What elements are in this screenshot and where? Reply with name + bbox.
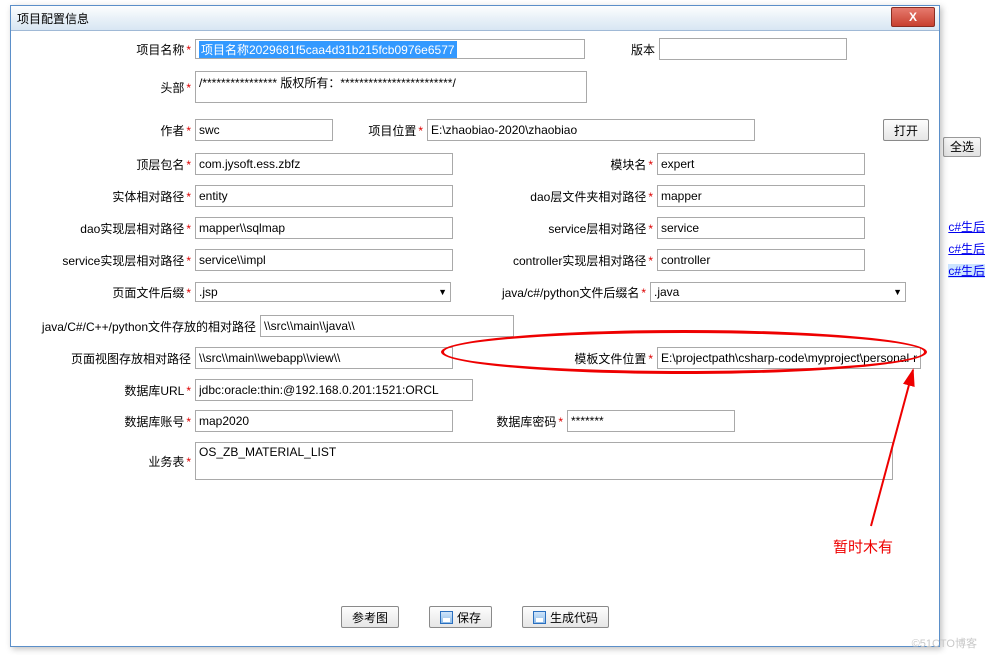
label-entity-path: 实体相对路径* [21, 188, 195, 205]
module-name-input[interactable] [657, 153, 865, 175]
label-biz-table: 业务表* [21, 453, 195, 470]
label-module-name: 模块名* [453, 156, 657, 173]
bg-link-3[interactable]: c#生后 [948, 264, 985, 278]
label-controller-impl: controller实现层相对路径* [453, 252, 657, 269]
project-name-input[interactable]: 项目名称2029681f5caa4d31b215fcb0976e6577 [195, 39, 585, 59]
db-url-input[interactable] [195, 379, 473, 401]
service-impl-input[interactable] [195, 249, 453, 271]
bg-link-2[interactable]: c#生后 [948, 242, 985, 256]
label-code-suffix: java/c#/python文件后缀名* [451, 284, 650, 301]
label-page-suffix: 页面文件后缀* [21, 284, 195, 301]
project-location-input[interactable] [427, 119, 755, 141]
dao-folder-input[interactable] [657, 185, 865, 207]
label-service-impl: service实现层相对路径* [21, 252, 195, 269]
form-area: 项目名称* 项目名称2029681f5caa4d31b215fcb0976e65… [21, 38, 929, 586]
save-icon [440, 611, 453, 624]
select-all-button[interactable]: 全选 [943, 137, 981, 157]
label-view-store-path: 页面视图存放相对路径 [21, 350, 195, 367]
close-button[interactable]: X [891, 7, 935, 27]
label-version: 版本 [605, 41, 659, 58]
label-service-path: service层相对路径* [453, 220, 657, 237]
footer-buttons: 参考图 保存 生成代码 [11, 606, 939, 628]
label-project-location: 项目位置* [353, 122, 427, 139]
chevron-down-icon: ▼ [438, 287, 447, 297]
biz-table-textarea[interactable]: OS_ZB_MATERIAL_LIST [195, 442, 893, 480]
config-dialog: 项目配置信息 X 项目名称* 项目名称2029681f5caa4d31b215f… [10, 5, 940, 647]
annotation-text: 暂时木有 [833, 536, 893, 557]
titlebar: 项目配置信息 X [11, 6, 939, 31]
label-dao-folder-path: dao层文件夹相对路径* [453, 188, 657, 205]
top-package-input[interactable] [195, 153, 453, 175]
service-path-input[interactable] [657, 217, 865, 239]
label-header: 头部* [21, 79, 195, 96]
author-input[interactable] [195, 119, 333, 141]
gen-code-button[interactable]: 生成代码 [522, 606, 609, 628]
background-panel: 全选 c#生后 c#生后 c#生后 [939, 0, 985, 655]
label-project-name: 项目名称* [21, 41, 195, 58]
label-template-location: 模板文件位置* [453, 350, 657, 367]
label-dao-impl: dao实现层相对路径* [21, 220, 195, 237]
ref-image-button[interactable]: 参考图 [341, 606, 399, 628]
watermark: ©51CTO博客 [912, 635, 977, 651]
bg-link-1[interactable]: c#生后 [948, 220, 985, 234]
label-db-account: 数据库账号* [21, 413, 195, 430]
save-icon [533, 611, 546, 624]
dialog-title: 项目配置信息 [17, 10, 89, 27]
project-name-value: 项目名称2029681f5caa4d31b215fcb0976e6577 [199, 41, 457, 58]
entity-path-input[interactable] [195, 185, 453, 207]
label-top-package: 顶层包名* [21, 156, 195, 173]
label-code-store-path: java/C#/C++/python文件存放的相对路径 [21, 318, 260, 335]
chevron-down-icon: ▼ [893, 287, 902, 297]
page-suffix-value: .jsp [199, 285, 218, 299]
save-label: 保存 [457, 609, 481, 626]
label-db-url: 数据库URL* [21, 382, 195, 399]
code-suffix-value: .java [654, 285, 679, 299]
save-button[interactable]: 保存 [429, 606, 492, 628]
label-author: 作者* [21, 122, 195, 139]
view-store-path-input[interactable] [195, 347, 453, 369]
code-suffix-select[interactable]: .java ▼ [650, 282, 906, 302]
version-input[interactable] [659, 38, 847, 60]
label-db-password: 数据库密码* [453, 413, 567, 430]
open-button[interactable]: 打开 [883, 119, 929, 141]
db-account-input[interactable] [195, 410, 453, 432]
db-password-input[interactable] [567, 410, 735, 432]
code-store-path-input[interactable] [260, 315, 514, 337]
page-suffix-select[interactable]: .jsp ▼ [195, 282, 451, 302]
template-location-input[interactable] [657, 347, 921, 369]
header-textarea[interactable]: /**************** 版权所有：*****************… [195, 71, 587, 103]
gen-code-label: 生成代码 [550, 609, 598, 626]
controller-impl-input[interactable] [657, 249, 865, 271]
dao-impl-input[interactable] [195, 217, 453, 239]
